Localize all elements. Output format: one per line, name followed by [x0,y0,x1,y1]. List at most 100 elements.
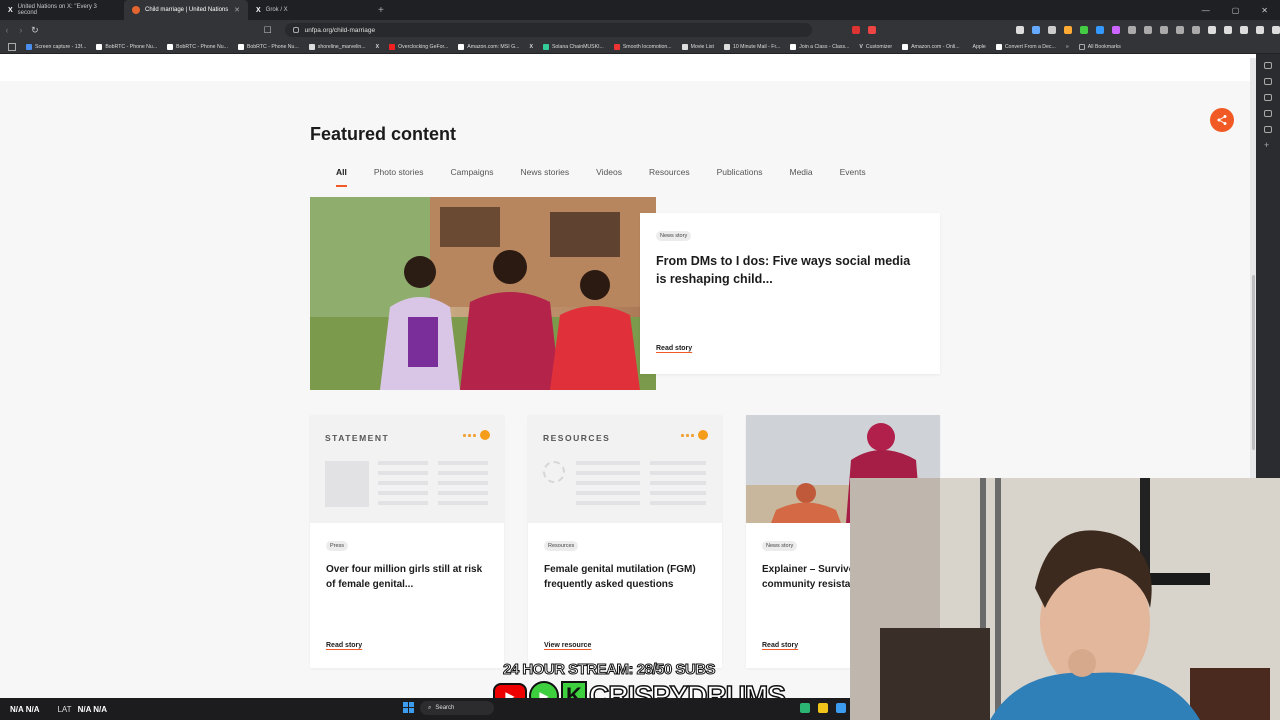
sidebar-tool-icon[interactable] [1264,126,1272,133]
x-icon: X [529,43,533,50]
bookmark[interactable]: BobRTC - Phone Nu... [167,43,228,50]
sidebar-tool-icon[interactable] [1264,62,1272,69]
bookmark[interactable]: Amazon.com - Onli... [902,43,960,50]
app-icon[interactable] [818,703,828,713]
filter-news-stories[interactable]: News stories [521,167,570,187]
card-title[interactable]: Over four million girls still at risk of… [326,562,494,592]
amazon-icon [458,43,465,50]
share-icon[interactable] [1210,108,1234,132]
toolbar-icon[interactable] [1272,26,1280,34]
filter-all[interactable]: All [336,167,347,187]
more-bookmarks-icon[interactable]: » [1066,44,1069,50]
lat-values: N/A N/A [77,704,108,714]
bookmark[interactable]: BobRTC - Phone Nu... [237,43,299,50]
filter-photo-stories[interactable]: Photo stories [374,167,424,187]
new-tab-icon[interactable]: + [372,5,390,16]
forward-icon[interactable]: › [14,25,28,35]
bookmark-x[interactable]: X [529,44,532,50]
bookmark[interactable]: shoreline_marvelin... [308,43,366,50]
filter-resources[interactable]: Resources [649,167,690,187]
extension-icon[interactable] [852,26,861,34]
toolbar-icon[interactable] [1064,26,1073,34]
bookmark[interactable]: 10 Minute Mail - Fr... [723,43,780,50]
bookmark-icon[interactable]: ☐ [261,25,275,36]
browser-tab-bar: X United Nations on X: "Every 3 second C… [0,0,1280,20]
maximize-icon[interactable]: ▢ [1232,6,1240,15]
content-card-statement[interactable]: STATEMENT Press Over four million girls … [310,415,504,668]
filter-media[interactable]: Media [789,167,812,187]
taskbar-status: N/A N/A LAT N/A N/A [0,705,107,714]
toolbar-icon[interactable] [1112,26,1121,34]
read-story-link[interactable]: Read story [762,642,798,649]
bookmark[interactable]: Movie List [681,43,714,50]
url-field[interactable]: unfpa.org/child-marriage [284,23,813,37]
card-title[interactable]: Female genital mutilation (FGM) frequent… [544,562,712,592]
add-icon[interactable]: + [1264,141,1272,150]
filter-videos[interactable]: Videos [596,167,622,187]
all-bookmarks[interactable]: All Bookmarks [1078,43,1121,50]
bookmark[interactable]: Convert From a Dec... [995,43,1056,50]
filter-publications[interactable]: Publications [717,167,763,187]
folder-icon [1078,43,1085,50]
bookmark[interactable]: Screen capture - 13f... [26,43,86,50]
site-info-icon[interactable] [292,27,299,33]
read-story-link[interactable]: Read story [656,345,692,352]
tab-child-marriage[interactable]: Child marriage | United Nations ✕ [124,0,248,20]
filter-tabs: All Photo stories Campaigns News stories… [336,167,893,187]
sidebar-tool-icon[interactable] [1264,78,1272,85]
toolbar-icon[interactable] [1048,26,1057,34]
reload-icon[interactable]: ↻ [28,25,42,36]
sidebar-tool-icon[interactable] [1264,94,1272,101]
content-card-resources[interactable]: RESOURCES Resources Female genital mutil… [528,415,722,668]
bookmark-x[interactable]: X [376,44,379,50]
windows-start-icon[interactable] [403,702,414,713]
apps-icon[interactable] [8,42,16,51]
toolbar-icon[interactable] [1160,26,1169,34]
view-resource-link[interactable]: View resource [544,642,591,649]
toolbar-icon[interactable] [1096,26,1105,34]
x-icon: X [8,6,13,14]
read-story-link[interactable]: Read story [326,642,362,649]
toolbar-icon[interactable] [1032,26,1041,34]
bookmark[interactable]: Join a Class - Class... [790,43,849,50]
toolbar-icon[interactable] [1224,26,1233,34]
hero-card[interactable]: News story From DMs to I dos: Five ways … [640,213,940,374]
close-window-icon[interactable]: ✕ [1261,6,1268,15]
bookmark[interactable]: V Customizer [859,44,892,50]
bookmarks-bar: Screen capture - 13f... BobRTC - Phone N… [0,40,1280,54]
bookmark[interactable]: Amazon.com: MSI G... [458,43,519,50]
sidebar-tool-icon[interactable] [1264,110,1272,117]
bookmark[interactable]: Solana ChainMUSKI... [542,43,604,50]
toolbar-icon[interactable] [1240,26,1249,34]
bookmark[interactable]: Apple [970,44,986,50]
hero-image[interactable] [310,197,656,390]
minimize-icon[interactable]: — [1202,6,1210,15]
tab-un-x[interactable]: X United Nations on X: "Every 3 second [0,0,124,20]
app-icon[interactable] [800,703,810,713]
toolbar-icon[interactable] [1256,26,1265,34]
bookmark[interactable]: BobRTC - Phone Nu... [96,43,157,50]
toolbar-icon[interactable] [1208,26,1217,34]
scrollbar-thumb[interactable] [1252,275,1255,450]
filter-campaigns[interactable]: Campaigns [451,167,494,187]
back-icon[interactable]: ‹ [0,25,14,35]
app-icon[interactable] [836,703,846,713]
bookmark[interactable]: Overclocking GeFor... [389,43,448,50]
bookmark[interactable]: Smooth locomotion... [613,43,672,50]
content-type-badge: Press [326,541,349,551]
extension-icon[interactable] [868,26,877,34]
content-type-badge: Resources [544,541,579,551]
toolbar-icon[interactable] [1016,26,1025,34]
hero-title[interactable]: From DMs to I dos: Five ways social medi… [656,253,916,288]
close-icon[interactable]: ✕ [234,6,240,14]
toolbar-icon[interactable] [1176,26,1185,34]
toolbar-icon[interactable] [1128,26,1137,34]
tab-grok[interactable]: X Grok / X [248,0,372,20]
toolbar-icon[interactable] [1144,26,1153,34]
toolbar-icon[interactable] [1080,26,1089,34]
x-icon: X [256,6,261,14]
filter-events[interactable]: Events [840,167,866,187]
toolbar-icon[interactable] [1192,26,1201,34]
taskbar-search[interactable]: ⌕ Search [420,701,494,715]
section-title: Featured content [310,124,457,144]
